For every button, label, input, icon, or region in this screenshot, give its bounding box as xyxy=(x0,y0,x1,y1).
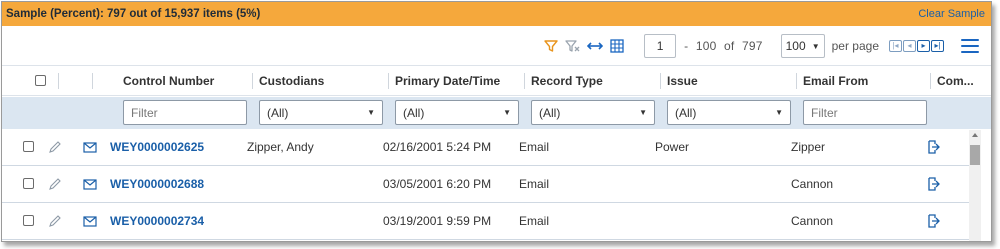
chevron-down-icon: ▼ xyxy=(639,108,647,117)
email-from-cell: Zipper xyxy=(791,140,826,154)
record-type-filter-value: (All) xyxy=(539,105,561,120)
custodians-cell: Zipper, Andy xyxy=(247,140,314,154)
range-dash: - xyxy=(684,39,689,53)
page-number-input[interactable]: 1 xyxy=(644,34,677,58)
first-page-button[interactable]: |◂ xyxy=(889,40,902,52)
sample-banner: Sample (Percent): 797 out of 15,937 item… xyxy=(2,2,991,26)
document-list-panel: Sample (Percent): 797 out of 15,937 item… xyxy=(1,1,992,242)
primary-date-filter-value: (All) xyxy=(403,105,425,120)
pager-range: - 100 of 797 xyxy=(684,39,767,53)
grid-icon[interactable] xyxy=(607,36,627,56)
control-number-link[interactable]: WEY0000002625 xyxy=(110,129,204,165)
custodians-filter-value: (All) xyxy=(267,105,289,120)
filter-icon[interactable] xyxy=(541,36,561,56)
hamburger-menu-icon[interactable] xyxy=(961,39,979,53)
date-cell: 03/19/2001 9:59 PM xyxy=(383,214,492,228)
email-from-cell: Cannon xyxy=(791,214,834,228)
custodians-filter-select[interactable]: (All) ▼ xyxy=(259,100,383,125)
sample-banner-text: Sample (Percent): 797 out of 15,937 item… xyxy=(6,8,261,20)
table-row[interactable]: WEY0000002688 03/05/2001 6:20 PM Email C… xyxy=(2,166,969,203)
issue-filter-value: (All) xyxy=(675,105,697,120)
open-document-icon[interactable] xyxy=(926,129,940,165)
pencil-icon[interactable] xyxy=(48,203,62,239)
email-icon xyxy=(83,203,97,239)
table-row[interactable]: WEY0000002625 Zipper, Andy 02/16/2001 5:… xyxy=(2,129,969,166)
column-email-from[interactable]: Email From xyxy=(803,66,929,95)
email-from-cell: Cannon xyxy=(791,177,834,191)
clear-filter-icon[interactable] xyxy=(563,36,583,56)
record-type-cell: Email xyxy=(519,214,550,228)
column-comments[interactable]: Com... xyxy=(937,66,977,95)
total-count: 797 xyxy=(742,39,763,53)
issue-cell: Power xyxy=(655,140,690,154)
column-primary-date[interactable]: Primary Date/Time xyxy=(395,66,523,95)
pencil-icon[interactable] xyxy=(48,166,62,202)
open-document-icon[interactable] xyxy=(926,203,940,239)
column-control-number[interactable]: Control Number xyxy=(123,66,251,95)
pager: 1 - 100 of 797 100 ▼ per page |◂ ◂ ▸ ▸| xyxy=(644,34,945,58)
range-end: 100 xyxy=(695,39,717,53)
control-number-filter-input[interactable]: Filter xyxy=(123,100,247,125)
prev-page-button[interactable]: ◂ xyxy=(903,40,916,52)
date-cell: 02/16/2001 5:24 PM xyxy=(383,140,492,154)
row-checkbox[interactable] xyxy=(23,178,34,189)
grid-toolbar: 1 - 100 of 797 100 ▼ per page |◂ ◂ ▸ ▸| xyxy=(2,32,991,60)
record-type-filter-select[interactable]: (All) ▼ xyxy=(531,100,655,125)
page-size-value: 100 xyxy=(785,39,806,53)
scroll-up-icon[interactable] xyxy=(972,133,978,137)
chevron-down-icon: ▼ xyxy=(503,108,511,117)
pencil-icon[interactable] xyxy=(48,129,62,165)
select-all-checkbox[interactable] xyxy=(35,66,46,95)
email-icon xyxy=(83,129,97,165)
column-custodians[interactable]: Custodians xyxy=(259,66,387,95)
filter-row: Filter (All) ▼ (All) ▼ (All) ▼ (All) ▼ Filte… xyxy=(2,97,991,129)
of-label: of xyxy=(724,39,735,53)
record-type-cell: Email xyxy=(519,177,550,191)
column-record-type[interactable]: Record Type xyxy=(531,66,659,95)
row-checkbox[interactable] xyxy=(23,141,34,152)
page-nav: |◂ ◂ ▸ ▸| xyxy=(889,40,945,52)
scrollbar-thumb[interactable] xyxy=(970,145,980,165)
grid-header: Control Number Custodians Primary Date/T… xyxy=(2,65,991,96)
row-checkbox[interactable] xyxy=(23,215,34,226)
date-cell: 03/05/2001 6:20 PM xyxy=(383,177,492,191)
table-row[interactable]: WEY0000002734 03/19/2001 9:59 PM Email C… xyxy=(2,203,969,240)
clear-sample-link[interactable]: Clear Sample xyxy=(918,8,985,20)
next-page-button[interactable]: ▸ xyxy=(917,40,930,52)
last-page-button[interactable]: ▸| xyxy=(931,40,944,52)
chevron-down-icon: ▼ xyxy=(367,108,375,117)
issue-filter-select[interactable]: (All) ▼ xyxy=(667,100,791,125)
chevron-down-icon: ▼ xyxy=(811,41,820,51)
page-size-select[interactable]: 100 ▼ xyxy=(780,34,825,58)
vertical-scrollbar[interactable] xyxy=(969,130,981,241)
fit-columns-icon[interactable] xyxy=(585,36,605,56)
chevron-down-icon: ▼ xyxy=(775,108,783,117)
per-page-label: per page xyxy=(831,39,879,53)
primary-date-filter-select[interactable]: (All) ▼ xyxy=(395,100,519,125)
control-number-link[interactable]: WEY0000002688 xyxy=(110,166,204,202)
record-type-cell: Email xyxy=(519,140,550,154)
column-issue[interactable]: Issue xyxy=(667,66,795,95)
control-number-link[interactable]: WEY0000002734 xyxy=(110,203,204,239)
open-document-icon[interactable] xyxy=(926,166,940,202)
email-from-filter-input[interactable]: Filter xyxy=(803,100,927,125)
email-icon xyxy=(83,166,97,202)
